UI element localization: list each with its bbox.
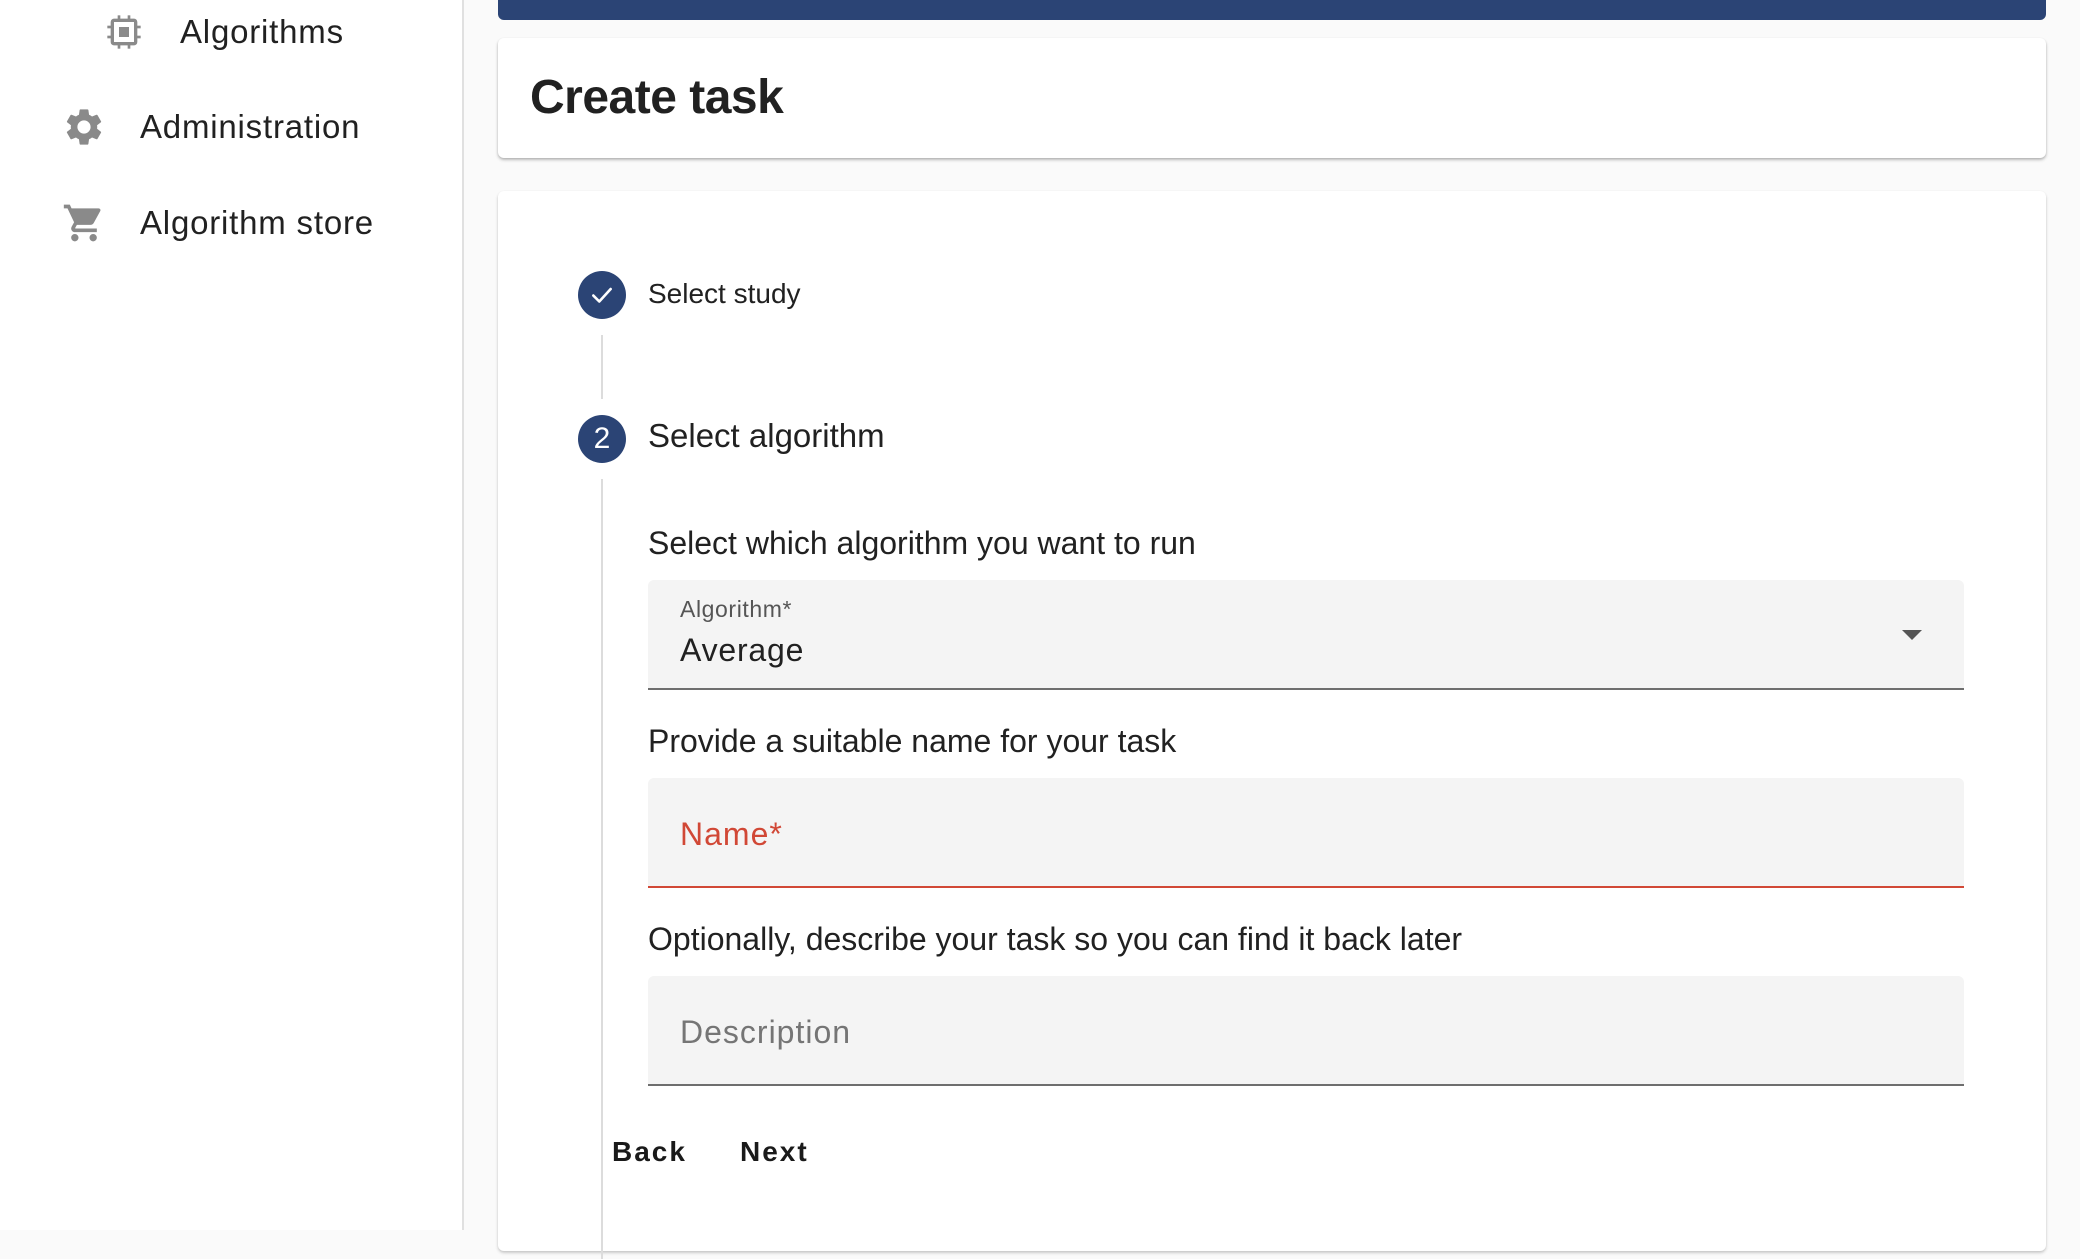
sidebar: Algorithms Administration Algorithm stor… <box>0 0 464 1230</box>
description-field-placeholder: Description <box>680 1014 852 1050</box>
step-connector <box>601 335 603 399</box>
back-button[interactable]: Back <box>594 1128 705 1176</box>
algorithm-select[interactable]: Algorithm* Average <box>648 580 1964 690</box>
sidebar-item-label: Algorithm store <box>140 204 374 241</box>
algorithm-prompt: Select which algorithm you want to run <box>648 525 1196 561</box>
step-2-label[interactable]: Select algorithm <box>648 417 885 455</box>
next-button[interactable]: Next <box>722 1128 827 1176</box>
header-bar <box>498 0 2046 20</box>
page-title: Create task <box>530 71 784 124</box>
description-field[interactable]: Description <box>648 976 1964 1086</box>
algorithm-select-label: Algorithm* <box>680 596 793 622</box>
name-field[interactable]: Name* <box>648 778 1964 888</box>
sidebar-item-algorithm-store[interactable]: Algorithm store <box>60 199 374 247</box>
description-prompt: Optionally, describe your task so you ca… <box>648 921 1463 957</box>
step-1-label[interactable]: Select study <box>648 278 801 310</box>
step-1-indicator[interactable] <box>578 271 626 319</box>
sidebar-item-algorithms[interactable]: Algorithms <box>100 8 344 56</box>
name-prompt: Provide a suitable name for your task <box>648 723 1177 759</box>
title-card: Create task <box>498 38 2046 158</box>
gear-icon <box>60 103 108 151</box>
sidebar-item-administration[interactable]: Administration <box>60 103 360 151</box>
main-content: Create task Select study 2 Select algori… <box>464 0 2080 1259</box>
stepper-card: Select study 2 Select algorithm Select w… <box>498 191 2046 1259</box>
sidebar-item-label: Algorithms <box>180 13 344 50</box>
check-icon <box>592 287 612 303</box>
step-2-indicator[interactable]: 2 <box>578 415 626 463</box>
chip-icon <box>100 8 148 56</box>
chevron-down-icon[interactable] <box>1902 630 1922 640</box>
sidebar-item-label: Administration <box>140 108 361 145</box>
name-field-placeholder: Name* <box>680 816 783 852</box>
algorithm-select-value: Average <box>680 632 805 668</box>
cart-icon <box>60 199 108 247</box>
